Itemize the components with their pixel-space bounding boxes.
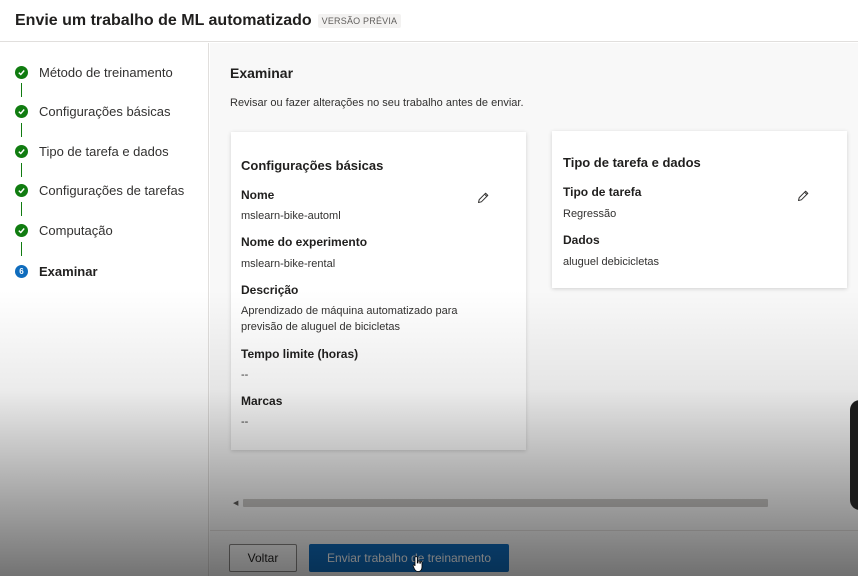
preview-badge: VERSÃO PRÉVIA [317, 13, 402, 28]
field-label: Dados [563, 233, 600, 247]
basic-settings-card: Configurações básicas Nome mslearn-bike-… [231, 132, 526, 450]
field-value: aluguel debicicletas [563, 256, 660, 268]
check-circle-icon [15, 145, 28, 158]
review-panel: Examinar Revisar ou fazer alterações no … [210, 43, 858, 530]
field-label: Marcas [241, 394, 283, 408]
field-label: Nome [241, 188, 275, 202]
task-type-data-card: Tipo de tarefa e dados Tipo de tarefa Re… [552, 131, 847, 288]
submit-training-job-button[interactable]: Enviar trabalho de treinamento [309, 544, 509, 572]
field-value: mslearn-bike-automl [241, 210, 341, 222]
field-value: -- [241, 369, 249, 381]
step-label: Configurações básicas [39, 104, 171, 119]
step-task-type-data[interactable]: Tipo de tarefa e dados [15, 144, 169, 159]
wizard-footer: Voltar Enviar trabalho de treinamento [210, 530, 858, 576]
step-connector [21, 163, 22, 177]
step-connector [21, 123, 22, 137]
field-label: Descrição [241, 283, 299, 297]
edit-icon[interactable] [476, 191, 490, 205]
field-value: previsão de aluguel de bicicletas [241, 321, 400, 333]
field-value: mslearn-bike-rental [241, 258, 336, 270]
step-training-method[interactable]: Método de treinamento [15, 65, 173, 80]
edit-icon[interactable] [796, 189, 810, 203]
hand-cursor-icon [412, 556, 423, 572]
step-basic-settings[interactable]: Configurações básicas [15, 104, 171, 119]
check-circle-icon [15, 105, 28, 118]
field-label: Tipo de tarefa [563, 185, 642, 199]
check-circle-icon [15, 184, 28, 197]
card-title: Configurações básicas [241, 158, 384, 173]
field-label: Nome do experimento [241, 235, 368, 249]
scroll-left-icon[interactable]: ◀ [233, 499, 238, 507]
step-label: Computação [39, 223, 113, 238]
page-header: Envie um trabalho de ML automatizado VER… [0, 0, 858, 42]
wizard-steps-sidebar: Método de treinamento Configurações bási… [0, 43, 209, 576]
step-task-settings[interactable]: Configurações de tarefas [15, 183, 184, 198]
step-connector [21, 242, 22, 256]
back-button[interactable]: Voltar [229, 544, 297, 572]
check-circle-icon [15, 66, 28, 79]
section-title: Examinar [230, 65, 294, 81]
scrollbar-thumb[interactable] [243, 499, 768, 507]
card-title: Tipo de tarefa e dados [563, 155, 701, 170]
section-subtitle: Revisar ou fazer alterações no seu traba… [230, 97, 524, 109]
step-label: Método de treinamento [39, 65, 173, 80]
step-connector [21, 83, 22, 97]
horizontal-scrollbar[interactable]: ◀ [230, 497, 858, 509]
step-compute[interactable]: Computação [15, 223, 113, 238]
check-circle-icon [15, 224, 28, 237]
step-label: Configurações de tarefas [39, 183, 185, 198]
field-value: -- [241, 416, 249, 428]
page-title: Envie um trabalho de ML automatizado [15, 11, 312, 29]
step-label: Tipo de tarefa e dados [39, 144, 169, 159]
step-connector [21, 202, 22, 216]
field-value: Regressão [563, 208, 617, 220]
step-number-icon: 6 [15, 265, 28, 278]
field-value: Aprendizado de máquina automatizado para [241, 305, 458, 317]
step-label: Examinar [39, 264, 98, 279]
field-label: Tempo limite (horas) [241, 347, 359, 361]
step-review[interactable]: 6 Examinar [15, 264, 98, 279]
